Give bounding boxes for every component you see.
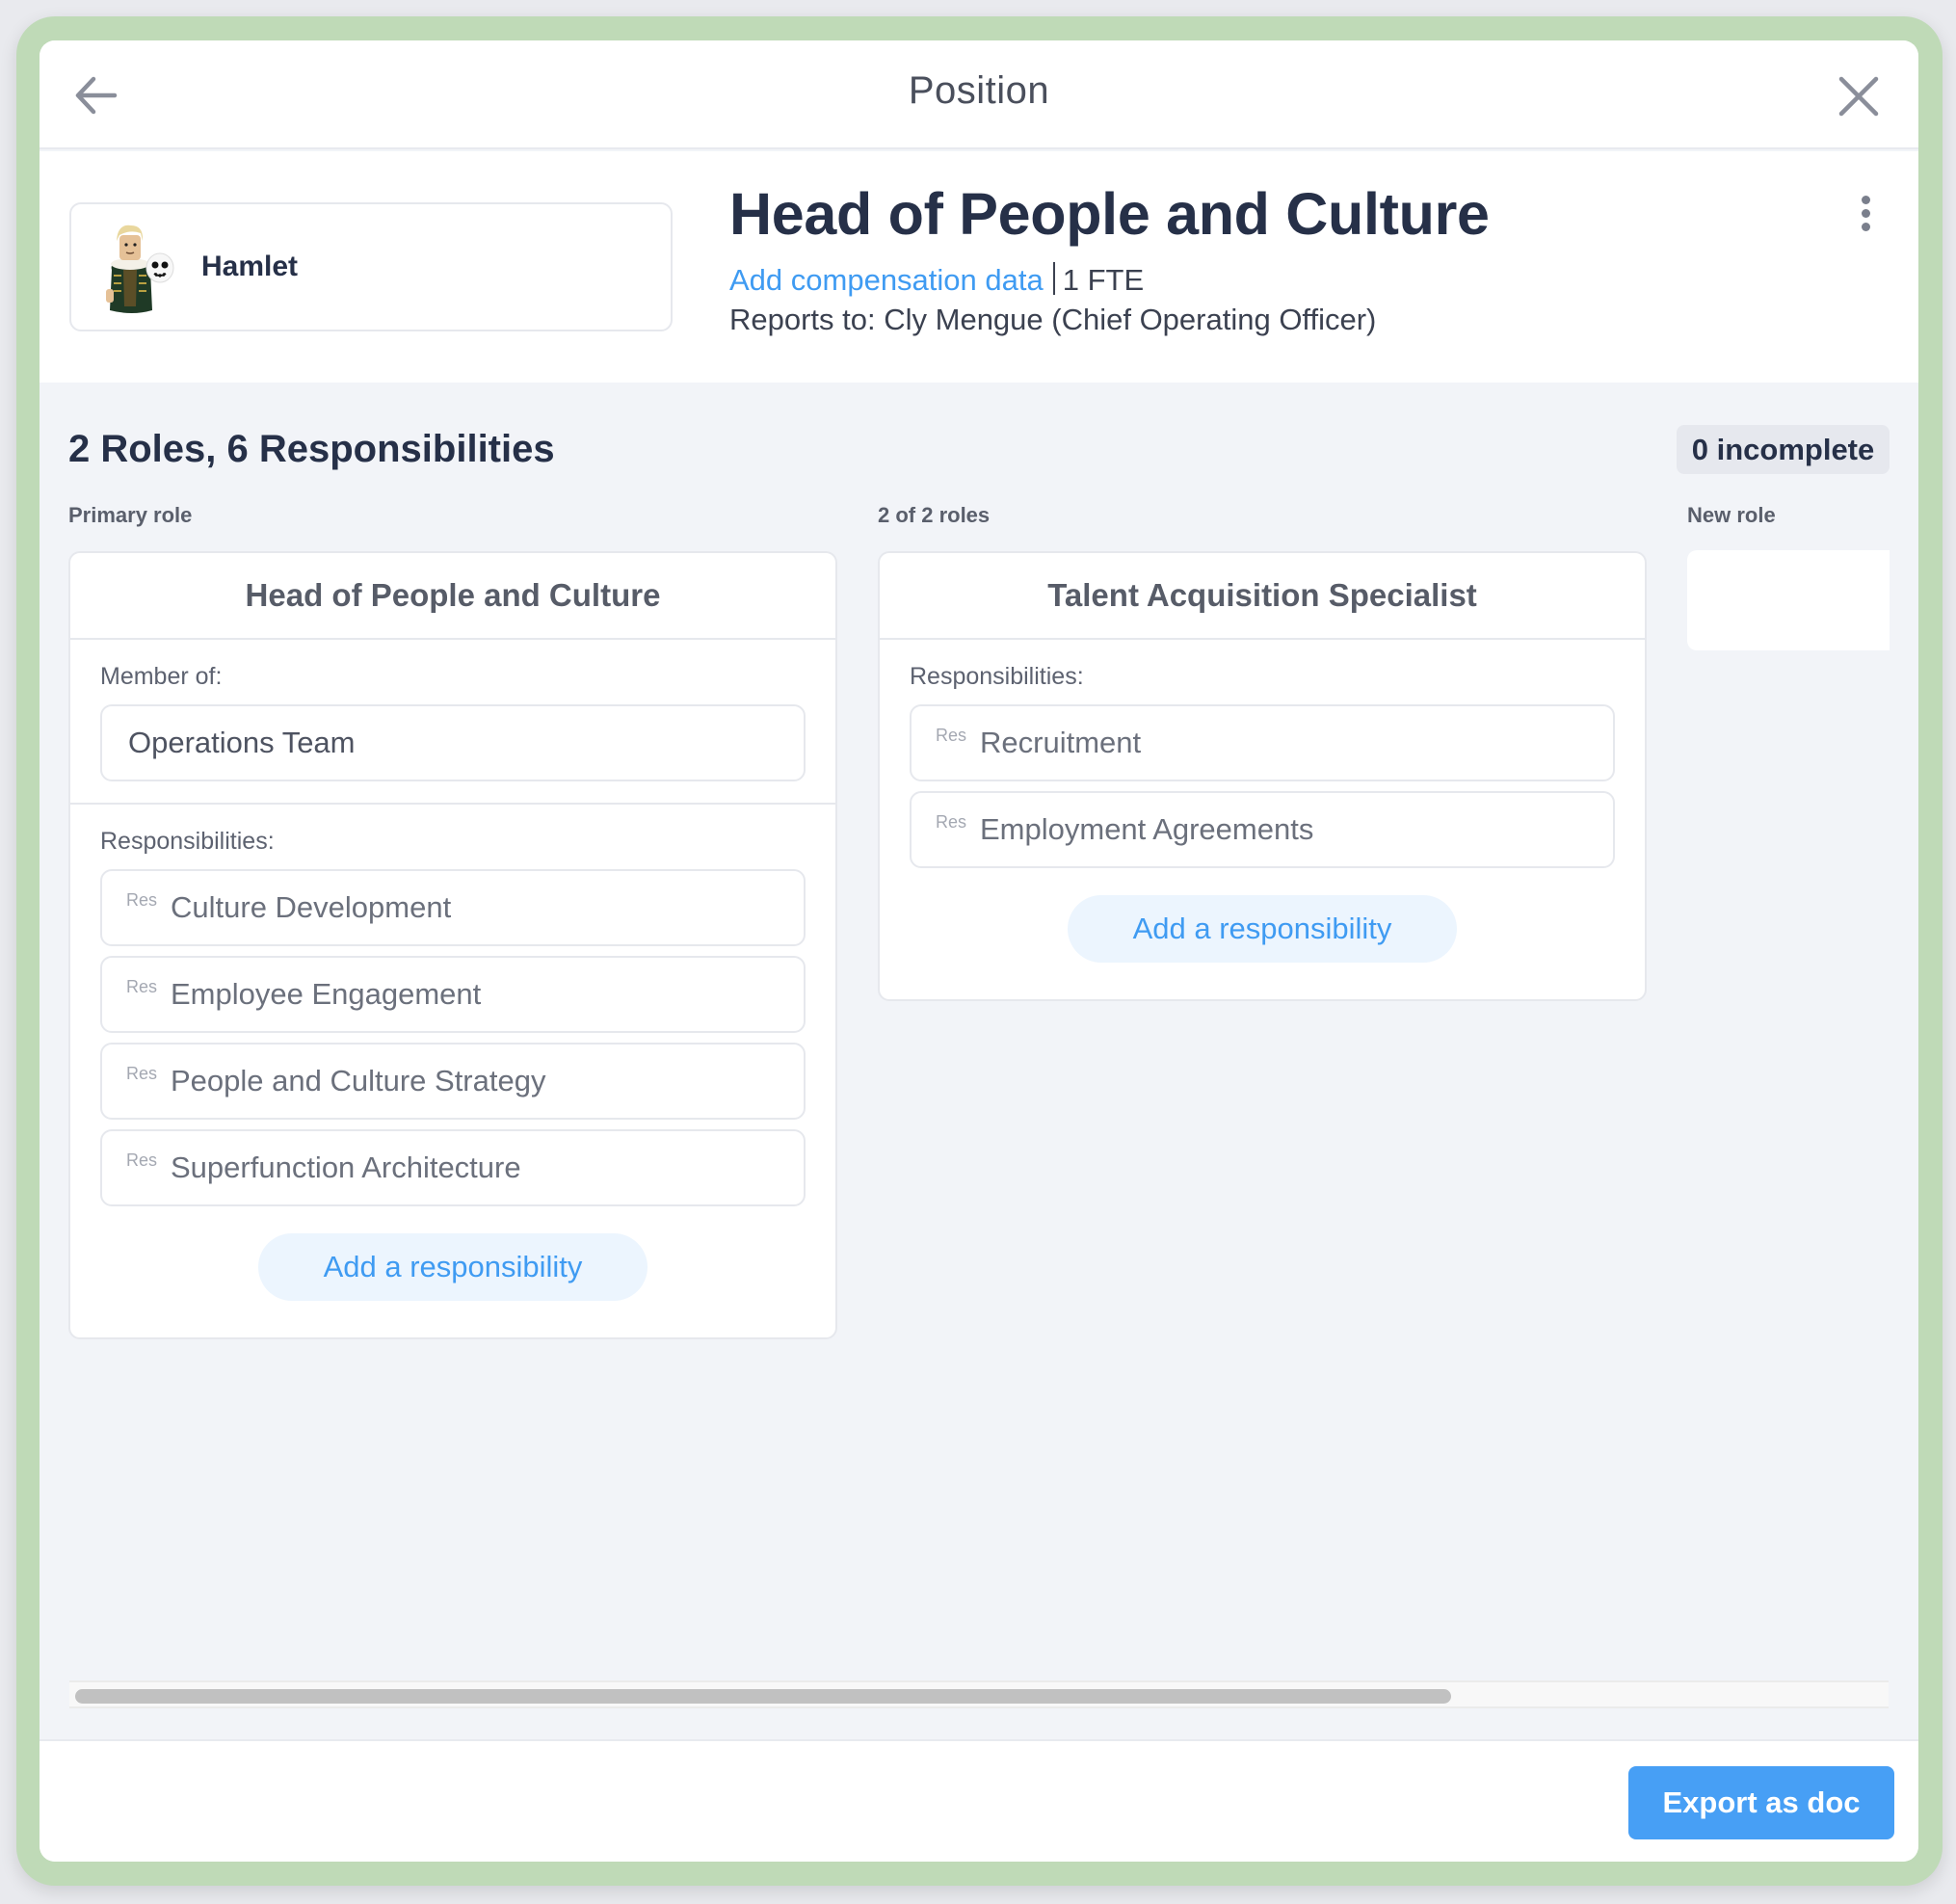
responsibility-name: Employee Engagement xyxy=(171,977,482,1011)
res-tag: Res xyxy=(126,1150,158,1170)
roles-summary: 2 Roles, 6 Responsibilities xyxy=(68,428,555,470)
responsibility-name: Recruitment xyxy=(980,726,1142,759)
export-doc-button[interactable]: Export as doc xyxy=(1628,1766,1894,1839)
more-options-button[interactable] xyxy=(1851,194,1880,236)
new-role-card[interactable] xyxy=(1687,550,1890,650)
add-responsibility-button[interactable]: Add a responsibility xyxy=(258,1233,648,1301)
res-tag: Res xyxy=(126,890,158,910)
position-panel: Position Hamlet Head of People and Cultu… xyxy=(40,40,1918,1862)
position-header: Hamlet Head of People and Culture Add co… xyxy=(40,151,1918,383)
role-title[interactable]: Head of People and Culture xyxy=(70,553,835,640)
footer: Export as doc xyxy=(40,1739,1918,1862)
incomplete-badge[interactable]: 0 incomplete xyxy=(1677,425,1890,474)
role-count-label: 2 of 2 roles xyxy=(878,503,991,527)
top-bar: Position xyxy=(40,40,1918,149)
horizontal-scrollbar[interactable] xyxy=(69,1680,1889,1708)
responsibilities-section: Responsibilities: Res Culture Developmen… xyxy=(70,803,835,1301)
responsibility-item[interactable]: Res Culture Development xyxy=(100,869,806,946)
responsibility-name: People and Culture Strategy xyxy=(171,1064,546,1097)
divider xyxy=(1052,262,1055,295)
role-card-primary: Head of People and Culture Member of: Op… xyxy=(68,551,837,1339)
person-card[interactable]: Hamlet xyxy=(69,202,673,331)
scrollbar-thumb[interactable] xyxy=(75,1689,1451,1704)
res-tag: Res xyxy=(126,977,158,996)
team-item[interactable]: Operations Team xyxy=(100,704,806,781)
responsibilities-label: Responsibilities: xyxy=(100,828,275,855)
responsibility-item[interactable]: Res Employee Engagement xyxy=(100,956,806,1033)
role-card-secondary: Talent Acquisition Specialist Responsibi… xyxy=(878,551,1647,1001)
close-icon xyxy=(1838,76,1879,117)
close-button[interactable] xyxy=(1837,75,1880,118)
responsibility-item[interactable]: Res People and Culture Strategy xyxy=(100,1043,806,1120)
member-of-label: Member of: xyxy=(100,663,223,690)
kebab-menu-icon xyxy=(1851,194,1880,231)
compensation-row: Add compensation data 1 FTE xyxy=(729,262,1144,298)
fte-value: 1 FTE xyxy=(1062,263,1145,297)
add-compensation-link[interactable]: Add compensation data xyxy=(729,263,1044,297)
res-tag: Res xyxy=(126,1064,158,1083)
responsibility-name: Superfunction Architecture xyxy=(171,1150,521,1184)
new-role-label: New role xyxy=(1687,503,1776,527)
responsibility-item[interactable]: Res Superfunction Architecture xyxy=(100,1129,806,1206)
primary-role-label: Primary role xyxy=(68,503,193,527)
member-of-section: Member of: Operations Team xyxy=(70,640,835,781)
position-title: Head of People and Culture xyxy=(729,181,1490,247)
add-responsibility-button[interactable]: Add a responsibility xyxy=(1068,895,1457,963)
page-title: Position xyxy=(908,69,1050,112)
responsibility-name: Culture Development xyxy=(171,890,452,924)
responsibilities-section: Responsibilities: Res Recruitment Res Em… xyxy=(880,640,1645,963)
res-tag: Res xyxy=(936,726,967,745)
reports-to: Reports to: Cly Mengue (Chief Operating … xyxy=(729,303,1377,336)
responsibility-item[interactable]: Res Recruitment xyxy=(910,704,1615,781)
res-tag: Res xyxy=(936,812,967,832)
responsibility-item[interactable]: Res Employment Agreements xyxy=(910,791,1615,868)
role-title[interactable]: Talent Acquisition Specialist xyxy=(880,553,1645,640)
responsibilities-label: Responsibilities: xyxy=(910,663,1084,690)
responsibility-name: Employment Agreements xyxy=(980,812,1314,846)
avatar xyxy=(106,225,174,313)
person-name: Hamlet xyxy=(201,251,299,282)
